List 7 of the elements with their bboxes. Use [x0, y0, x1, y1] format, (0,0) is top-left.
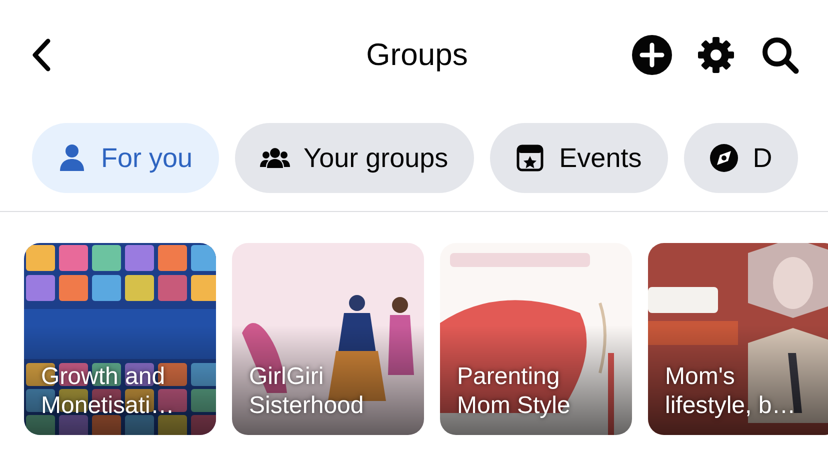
group-name: Parenting Mom Style	[457, 363, 572, 421]
filter-tab[interactable]: Your groups	[234, 123, 474, 193]
page-title: Groups	[366, 36, 468, 72]
filter-tab[interactable]: For you	[32, 123, 219, 193]
group-name: Mom's lifestyle, b…	[665, 363, 797, 421]
filter-tab[interactable]: Events	[490, 123, 668, 193]
filter-tab[interactable]: D	[684, 123, 798, 193]
